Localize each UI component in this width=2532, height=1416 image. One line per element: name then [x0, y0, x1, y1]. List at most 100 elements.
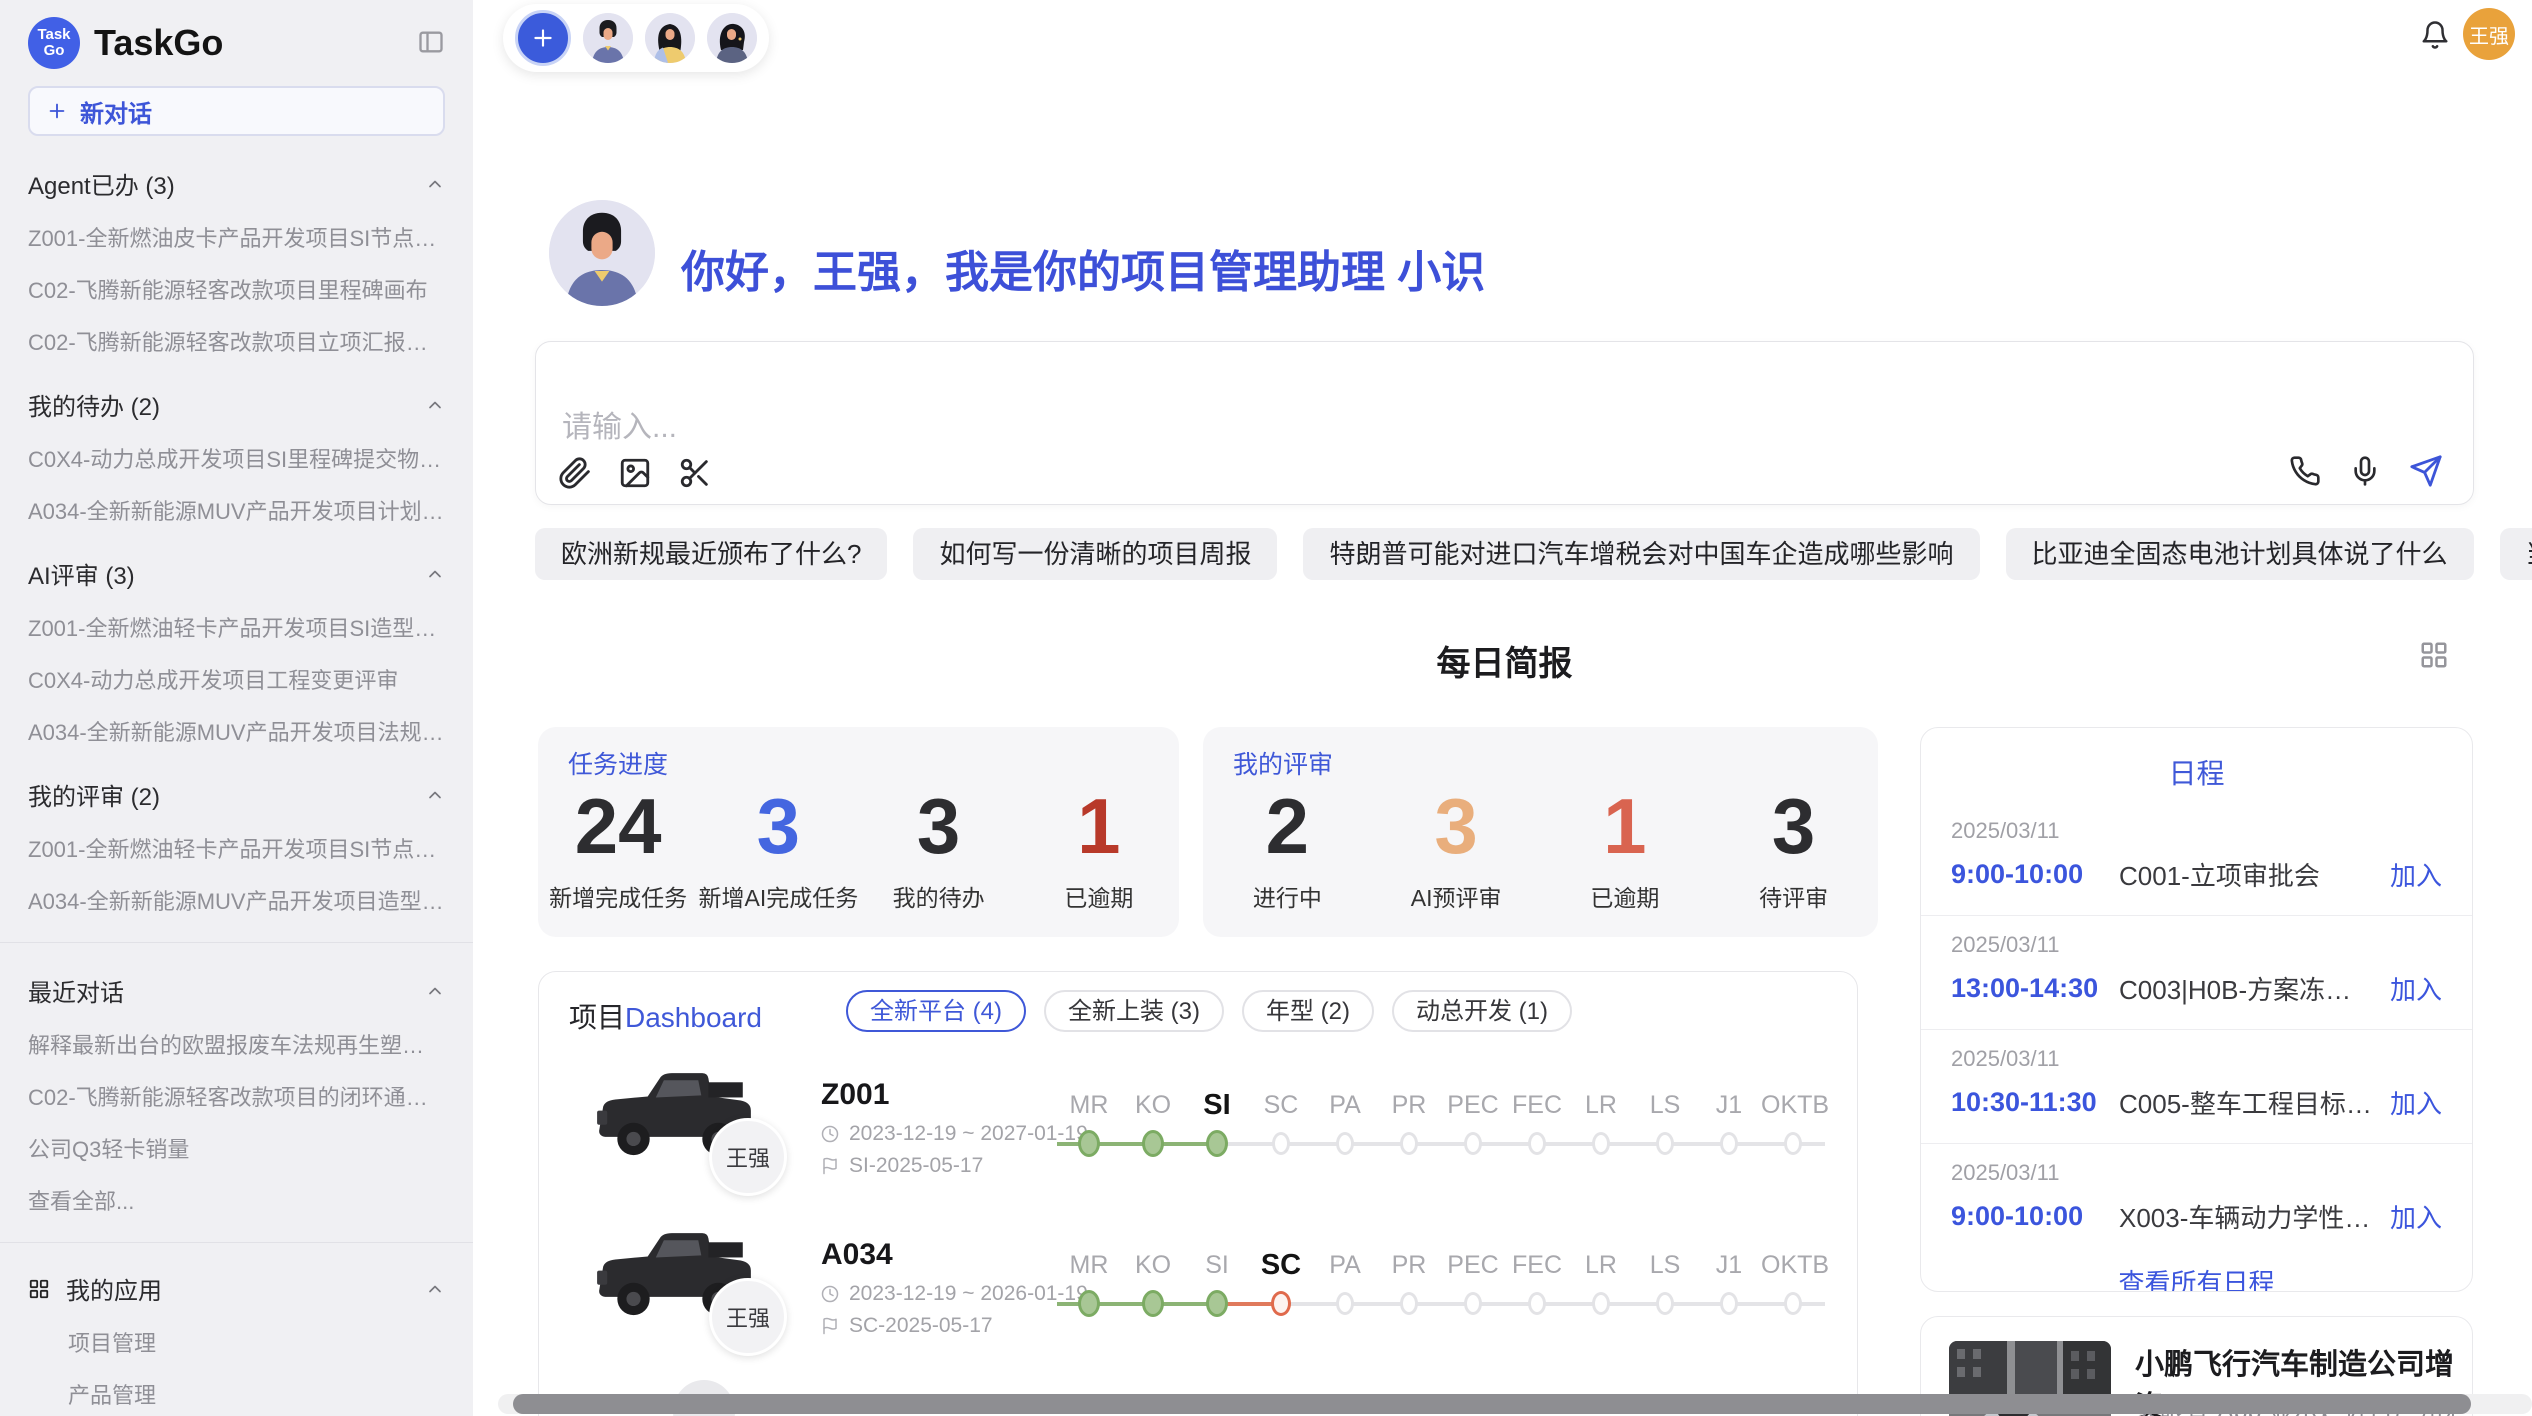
milestone-node[interactable]: J1: [1697, 1088, 1761, 1166]
new-chat-button[interactable]: 新对话: [28, 86, 445, 136]
milestone-node[interactable]: PA: [1313, 1248, 1377, 1326]
filter-chip[interactable]: 动总开发 (1): [1392, 990, 1572, 1032]
milestone-node[interactable]: LS: [1633, 1248, 1697, 1326]
microphone-icon[interactable]: [2349, 455, 2381, 487]
recent-chat-item[interactable]: 公司Q3轻卡销量: [28, 1132, 445, 1164]
milestone-node[interactable]: FEC: [1505, 1088, 1569, 1166]
event-join-link[interactable]: 加入: [2390, 1198, 2442, 1235]
stat-label: AI预评审: [1372, 879, 1541, 913]
milestone-node[interactable]: PR: [1377, 1248, 1441, 1326]
plus-icon: [46, 100, 68, 122]
sidebar-item[interactable]: A034-全新新能源MUV产品开发项目计划变更表编写: [28, 494, 445, 526]
user-avatar[interactable]: 王强: [2463, 8, 2515, 60]
view-all-schedule-link[interactable]: 查看所有日程: [1921, 1263, 2472, 1292]
project-name[interactable]: Z001: [821, 1078, 889, 1112]
stat-value: 3: [1709, 787, 1878, 865]
phone-icon[interactable]: [2289, 455, 2321, 487]
recent-chats-title: 最近对话: [28, 973, 124, 1008]
sidebar-item[interactable]: C02-飞腾新能源轻客改款项目里程碑画布: [28, 273, 445, 305]
sidebar-item[interactable]: Z001-全新燃油皮卡产品开发项目SI节点Lesson Learn报告: [28, 221, 445, 253]
chevron-up-icon[interactable]: [425, 981, 445, 1001]
send-icon[interactable]: [2409, 454, 2443, 488]
milestone-node[interactable]: FEC: [1505, 1248, 1569, 1326]
event-join-link[interactable]: 加入: [2390, 856, 2442, 893]
notification-bell-icon[interactable]: [2420, 20, 2450, 50]
chat-input[interactable]: [560, 400, 1964, 464]
sidebar-item[interactable]: Z001-全新燃油轻卡产品开发项目SI节点属性5D文件评审: [28, 832, 445, 864]
milestone-node[interactable]: OKTB: [1761, 1248, 1825, 1326]
section-header[interactable]: Agent已办 (3): [28, 166, 445, 201]
suggestion-chip[interactable]: 欧洲新规最近颁布了什么?: [535, 528, 887, 580]
event-join-link[interactable]: 加入: [2390, 970, 2442, 1007]
event-main: 13:00-14:30 C003|H0B-方案冻结评审 加入: [1951, 970, 2442, 1007]
chevron-up-icon[interactable]: [425, 395, 445, 415]
milestone-node[interactable]: KO: [1121, 1248, 1185, 1326]
project-owner-badge: 王强: [709, 1118, 787, 1196]
event-main: 9:00-10:00 X003-车辆动力学性能验... 加入: [1951, 1198, 2442, 1235]
recent-chats-header[interactable]: 最近对话: [28, 973, 445, 1008]
milestone-dot: [1528, 1132, 1546, 1155]
milestone-node[interactable]: LR: [1569, 1248, 1633, 1326]
milestone-node[interactable]: PEC: [1441, 1088, 1505, 1166]
milestone-node[interactable]: J1: [1697, 1248, 1761, 1326]
section-header[interactable]: AI评审 (3): [28, 556, 445, 591]
chevron-up-icon[interactable]: [425, 174, 445, 194]
paperclip-icon[interactable]: [558, 456, 592, 490]
milestone-dot-zone: [1185, 1282, 1249, 1326]
suggestion-chip[interactable]: 特朗普可能对进口汽车增税会对中国车企造成哪些影响: [1303, 528, 1979, 580]
milestone-node[interactable]: SI: [1185, 1248, 1249, 1326]
milestone-node[interactable]: OKTB: [1761, 1088, 1825, 1166]
sidebar-item[interactable]: C0X4-动力总成开发项目SI里程碑提交物检查: [28, 442, 445, 474]
suggestion-chip[interactable]: 当下年轻人对汽车外观有怎样的喜好趋势: [2500, 528, 2532, 580]
chevron-up-icon[interactable]: [425, 785, 445, 805]
input-toolbar: [558, 456, 712, 490]
milestone-node[interactable]: LS: [1633, 1088, 1697, 1166]
milestone-node[interactable]: SC: [1249, 1248, 1313, 1326]
sidebar-item[interactable]: C0X4-动力总成开发项目工程变更评审: [28, 663, 445, 695]
project-date-range: 2023-12-19 ~ 2027-01-19: [849, 1122, 1088, 1146]
avatar[interactable]: [707, 13, 757, 63]
image-icon[interactable]: [618, 456, 652, 490]
milestone-label: SI: [1185, 1248, 1249, 1282]
sidebar-item[interactable]: A034-全新新能源MUV产品开发项目造型可行性评审: [28, 884, 445, 916]
filter-chip[interactable]: 全新上装 (3): [1044, 990, 1224, 1032]
new-session-button[interactable]: [515, 10, 571, 66]
milestone-dot-zone: [1569, 1122, 1633, 1166]
avatar[interactable]: [583, 13, 633, 63]
chevron-up-icon[interactable]: [425, 564, 445, 584]
recent-chat-item[interactable]: C02-飞腾新能源轻客改款项目的闭环通告反馈情况: [28, 1080, 445, 1112]
app-item[interactable]: 项目管理: [68, 1326, 445, 1358]
section-header[interactable]: 我的待办 (2): [28, 387, 445, 422]
milestone-node[interactable]: PR: [1377, 1088, 1441, 1166]
chevron-up-icon[interactable]: [425, 1279, 445, 1299]
avatar[interactable]: [645, 13, 695, 63]
section-header[interactable]: 我的评审 (2): [28, 777, 445, 812]
milestone-node[interactable]: SC: [1249, 1088, 1313, 1166]
milestone-node[interactable]: MR: [1057, 1248, 1121, 1326]
milestone-node[interactable]: KO: [1121, 1088, 1185, 1166]
app-item[interactable]: 产品管理: [68, 1378, 445, 1410]
filter-chip[interactable]: 全新平台 (4): [846, 990, 1026, 1032]
sidebar-item[interactable]: C02-飞腾新能源轻客改款项目立项汇报方案: [28, 325, 445, 357]
milestone-node[interactable]: PEC: [1441, 1248, 1505, 1326]
milestone-node[interactable]: MR: [1057, 1088, 1121, 1166]
recent-chat-item[interactable]: 解释最新出台的欧盟报废车法规再生塑料比例被调到15%...: [28, 1028, 445, 1060]
my-apps-header[interactable]: 我的应用: [28, 1271, 445, 1306]
recent-view-all-link[interactable]: 查看全部...: [28, 1184, 445, 1216]
milestone-node[interactable]: PA: [1313, 1088, 1377, 1166]
milestone-dot: [1784, 1292, 1802, 1315]
sidebar-item[interactable]: Z001-全新燃油轻卡产品开发项目SI造型提交物评审: [28, 611, 445, 643]
suggestion-chip[interactable]: 比亚迪全固态电池计划具体说了什么: [2006, 528, 2474, 580]
chat-input-card: [535, 341, 2474, 505]
sidebar-collapse-icon[interactable]: [417, 28, 445, 56]
scissors-icon[interactable]: [678, 456, 712, 490]
project-name[interactable]: A034: [821, 1238, 893, 1272]
event-join-link[interactable]: 加入: [2390, 1084, 2442, 1121]
filter-chip[interactable]: 年型 (2): [1242, 990, 1374, 1032]
horizontal-scrollbar-thumb[interactable]: [513, 1394, 2471, 1414]
suggestion-chip[interactable]: 如何写一份清晰的项目周报: [913, 528, 1277, 580]
milestone-node[interactable]: SI: [1185, 1088, 1249, 1166]
sidebar-item[interactable]: A034-全新新能源MUV产品开发项目法规符合性评审: [28, 715, 445, 747]
layout-grid-icon[interactable]: [2419, 640, 2449, 670]
milestone-node[interactable]: LR: [1569, 1088, 1633, 1166]
